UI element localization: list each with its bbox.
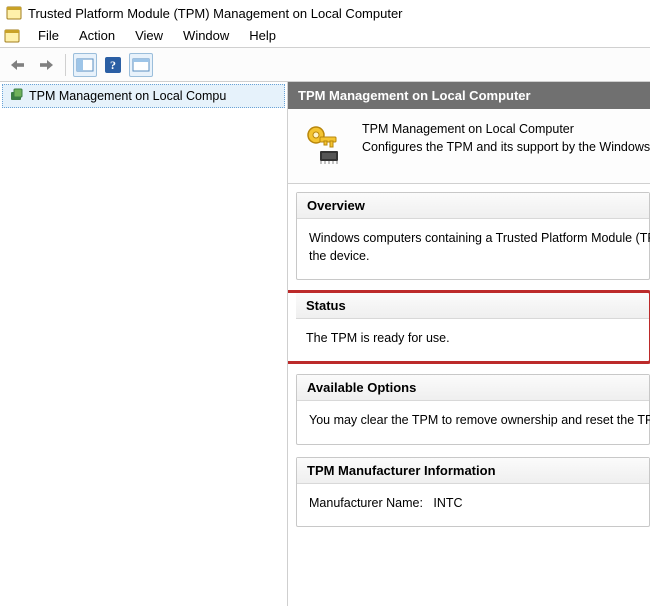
panel-status-header: Status	[296, 293, 649, 319]
window-icon	[132, 58, 150, 72]
forward-button[interactable]	[34, 53, 58, 77]
help-icon: ?	[104, 56, 122, 74]
panel-manufacturer-header: TPM Manufacturer Information	[297, 458, 649, 484]
tpm-node-icon	[9, 88, 25, 104]
tree-item-label: TPM Management on Local Compu	[29, 89, 226, 103]
intro-line2: Configures the TPM and its support by th…	[362, 139, 650, 157]
window-title: Trusted Platform Module (TPM) Management…	[28, 6, 403, 21]
menu-view[interactable]: View	[125, 26, 173, 45]
tree-pane: TPM Management on Local Compu	[0, 82, 288, 606]
panel-area: Overview Windows computers containing a …	[288, 184, 650, 539]
panel-status-body: The TPM is ready for use.	[296, 319, 649, 361]
panel-options-header: Available Options	[297, 375, 649, 401]
forward-arrow-icon	[37, 58, 55, 72]
toolbar-separator	[65, 54, 66, 76]
content-pane: TPM Management on Local Computer TPM Man…	[288, 82, 650, 606]
body: TPM Management on Local Compu TPM Manage…	[0, 82, 650, 606]
toolbar: ?	[0, 48, 650, 82]
panel-manufacturer: TPM Manufacturer Information Manufacture…	[296, 457, 650, 527]
menu-file[interactable]: File	[28, 26, 69, 45]
app-icon-small	[4, 28, 20, 44]
show-hide-tree-button[interactable]	[73, 53, 97, 77]
tree-item-tpm-management[interactable]: TPM Management on Local Compu	[2, 84, 285, 108]
menu-window[interactable]: Window	[173, 26, 239, 45]
title-bar: Trusted Platform Module (TPM) Management…	[0, 0, 650, 24]
content-header: TPM Management on Local Computer	[288, 82, 650, 109]
panel-status: Status The TPM is ready for use.	[288, 292, 650, 362]
app-icon	[6, 5, 22, 21]
svg-text:?: ?	[110, 58, 116, 72]
key-chip-icon	[302, 121, 346, 165]
panel-overview-body: Windows computers containing a Trusted P…	[297, 219, 649, 279]
help-button[interactable]: ?	[101, 53, 125, 77]
menu-help[interactable]: Help	[239, 26, 286, 45]
manufacturer-label: Manufacturer Name:	[309, 496, 423, 510]
intro-text: TPM Management on Local Computer Configu…	[362, 121, 650, 165]
menu-bar: File Action View Window Help	[0, 24, 650, 48]
menu-action[interactable]: Action	[69, 26, 125, 45]
panel-manufacturer-body: Manufacturer Name: INTC	[297, 484, 649, 526]
panel-options-body: You may clear the TPM to remove ownershi…	[297, 401, 649, 443]
panel-options: Available Options You may clear the TPM …	[296, 374, 650, 444]
panel-overview-header: Overview	[297, 193, 649, 219]
intro-line1: TPM Management on Local Computer	[362, 121, 650, 139]
properties-button[interactable]	[129, 53, 153, 77]
overview-line1: Windows computers containing a Trusted P…	[309, 229, 637, 247]
panel-icon	[76, 58, 94, 72]
panel-overview: Overview Windows computers containing a …	[296, 192, 650, 280]
back-button[interactable]	[6, 53, 30, 77]
manufacturer-value: INTC	[433, 496, 462, 510]
back-arrow-icon	[9, 58, 27, 72]
intro-section: TPM Management on Local Computer Configu…	[288, 109, 650, 184]
overview-line2: the device.	[309, 247, 637, 265]
